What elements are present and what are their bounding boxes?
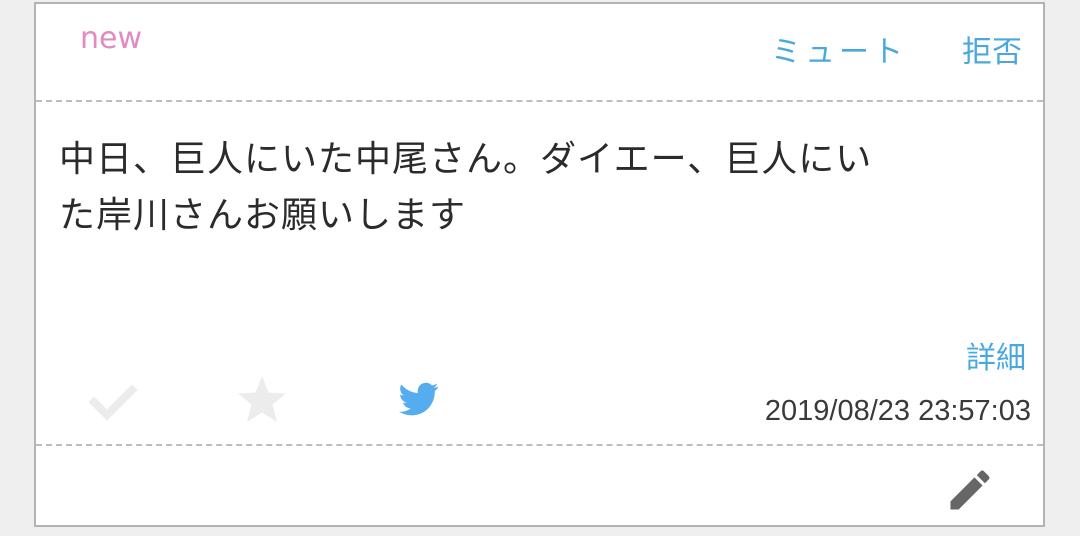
new-badge: new xyxy=(80,21,143,56)
header-divider xyxy=(36,100,1043,102)
twitter-icon[interactable] xyxy=(399,379,439,419)
check-icon[interactable] xyxy=(88,377,138,427)
star-icon[interactable] xyxy=(236,374,288,426)
detail-link[interactable]: 詳細 xyxy=(966,344,1026,374)
message-line-2: た岸川さんお願いします xyxy=(59,195,467,236)
pencil-icon[interactable] xyxy=(944,464,996,516)
message-card: new ミュート 拒否 中日、巨人にいた中尾さん。ダイエー、巨人にい た岸川さん… xyxy=(34,2,1045,527)
mute-button[interactable]: ミュート xyxy=(771,38,907,68)
timestamp: 2019/08/23 23:57:03 xyxy=(764,395,1031,427)
footer-divider xyxy=(36,444,1043,446)
message-line-1: 中日、巨人にいた中尾さん。ダイエー、巨人にい xyxy=(59,139,873,180)
message-text: 中日、巨人にいた中尾さん。ダイエー、巨人にい た岸川さんお願いします xyxy=(59,132,1009,244)
reject-button[interactable]: 拒否 xyxy=(962,38,1022,68)
